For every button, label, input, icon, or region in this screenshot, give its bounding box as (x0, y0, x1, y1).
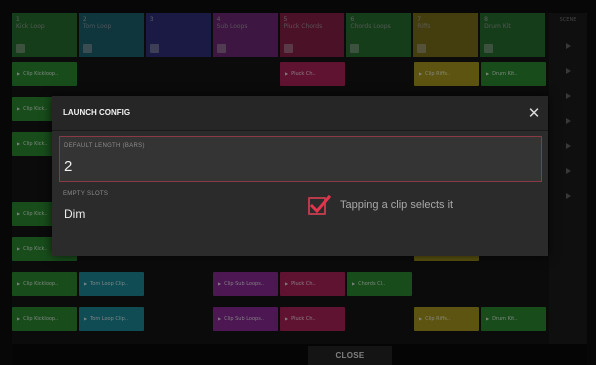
default-length-label: DEFAULT LENGTH (BARS) (64, 143, 145, 149)
tap-select-checkbox[interactable] (308, 195, 331, 215)
close-icon[interactable]: ✕ (526, 105, 542, 121)
launch-config-dialog: LAUNCH CONFIG ✕ DEFAULT LENGTH (BARS) 2 … (52, 96, 548, 256)
empty-slots-label: EMPTY SLOTS (63, 191, 109, 197)
dialog-title: LAUNCH CONFIG (63, 108, 131, 117)
tap-select-label: Tapping a clip selects it (340, 199, 454, 211)
default-length-field[interactable]: DEFAULT LENGTH (BARS) 2 (59, 136, 542, 182)
check-icon (309, 195, 331, 214)
empty-slots-field[interactable]: EMPTY SLOTS Dim (59, 188, 299, 232)
dialog-title-bar: LAUNCH CONFIG ✕ (52, 96, 548, 131)
empty-slots-value: Dim (64, 207, 86, 221)
default-length-value: 2 (64, 158, 73, 175)
